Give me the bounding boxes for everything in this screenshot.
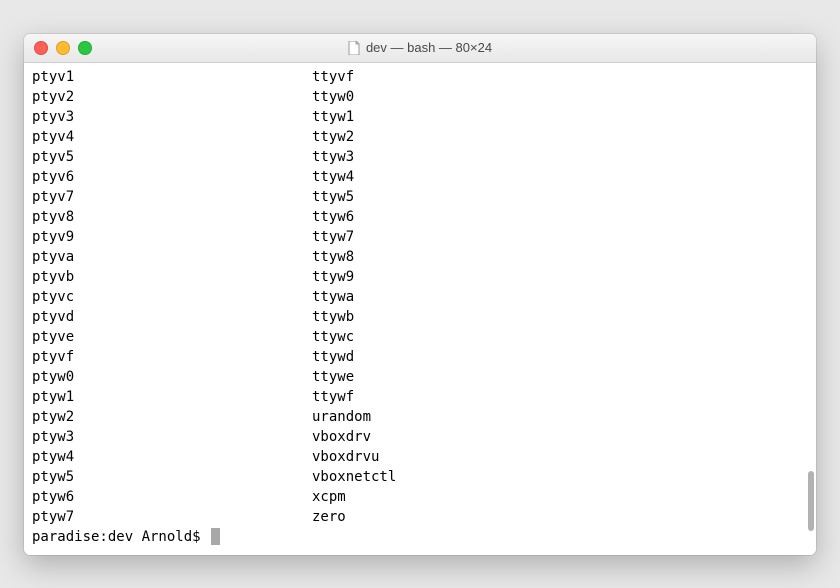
- terminal-cell: ptyw5: [32, 467, 312, 487]
- terminal-cell: vboxnetctl: [312, 467, 808, 487]
- terminal-cell: ttyw7: [312, 227, 808, 247]
- titlebar[interactable]: dev — bash — 80×24: [24, 34, 816, 63]
- terminal-cell: ttyw3: [312, 147, 808, 167]
- terminal-row: ptyv6ttyw4: [32, 167, 808, 187]
- terminal-row: ptyv4ttyw2: [32, 127, 808, 147]
- terminal-row: ptyv7ttyw5: [32, 187, 808, 207]
- terminal-cell: ttyw2: [312, 127, 808, 147]
- terminal-row: ptyw3vboxdrv: [32, 427, 808, 447]
- terminal-cell: ptyv9: [32, 227, 312, 247]
- terminal-row: ptyw7zero: [32, 507, 808, 527]
- terminal-cell: ptyw3: [32, 427, 312, 447]
- terminal-cell: ptyv4: [32, 127, 312, 147]
- terminal-cell: ttyw1: [312, 107, 808, 127]
- terminal-cell: ptyv8: [32, 207, 312, 227]
- prompt-text: paradise:dev Arnold$: [32, 527, 209, 547]
- terminal-cell: ptyw7: [32, 507, 312, 527]
- scrollbar-thumb[interactable]: [808, 471, 814, 531]
- window-title-text: dev — bash — 80×24: [366, 40, 492, 55]
- terminal-cell: ttyvf: [312, 67, 808, 87]
- close-button[interactable]: [34, 41, 48, 55]
- terminal-cell: ptyv7: [32, 187, 312, 207]
- terminal-row: ptyvbttyw9: [32, 267, 808, 287]
- terminal-row: ptyv2ttyw0: [32, 87, 808, 107]
- terminal-cell: ptyw6: [32, 487, 312, 507]
- terminal-cell: ttywb: [312, 307, 808, 327]
- file-icon: [348, 41, 360, 55]
- prompt-line: paradise:dev Arnold$: [32, 527, 808, 547]
- terminal-cell: ttywd: [312, 347, 808, 367]
- terminal-cell: xcpm: [312, 487, 808, 507]
- terminal-cell: ttyw8: [312, 247, 808, 267]
- terminal-cell: ptyvc: [32, 287, 312, 307]
- terminal-row: ptyv5ttyw3: [32, 147, 808, 167]
- terminal-row: ptyvettywc: [32, 327, 808, 347]
- terminal-cell: ptyw0: [32, 367, 312, 387]
- terminal-row: ptyv1ttyvf: [32, 67, 808, 87]
- terminal-cell: ptyw4: [32, 447, 312, 467]
- terminal-cell: ptyvf: [32, 347, 312, 367]
- terminal-cell: ptyv2: [32, 87, 312, 107]
- traffic-lights: [24, 41, 92, 55]
- terminal-row: ptyvdttywb: [32, 307, 808, 327]
- terminal-row: ptyvfttywd: [32, 347, 808, 367]
- terminal-cell: ttywa: [312, 287, 808, 307]
- terminal-cell: ptyvb: [32, 267, 312, 287]
- terminal-cell: ptyw2: [32, 407, 312, 427]
- terminal-cell: zero: [312, 507, 808, 527]
- terminal-cell: ptyv5: [32, 147, 312, 167]
- minimize-button[interactable]: [56, 41, 70, 55]
- terminal-row: ptyv3ttyw1: [32, 107, 808, 127]
- terminal-cell: ttywc: [312, 327, 808, 347]
- terminal-row: ptyw4vboxdrvu: [32, 447, 808, 467]
- terminal-cell: ttyw6: [312, 207, 808, 227]
- terminal-window: dev — bash — 80×24 ptyv1ttyvfptyv2ttyw0p…: [24, 34, 816, 555]
- terminal-row: ptyv8ttyw6: [32, 207, 808, 227]
- terminal-row: ptyw1ttywf: [32, 387, 808, 407]
- zoom-button[interactable]: [78, 41, 92, 55]
- terminal-cell: ttywe: [312, 367, 808, 387]
- terminal-row: ptyw6xcpm: [32, 487, 808, 507]
- terminal-row: ptyw5vboxnetctl: [32, 467, 808, 487]
- terminal-row: ptyw0ttywe: [32, 367, 808, 387]
- scrollbar[interactable]: [808, 67, 814, 531]
- terminal-row: ptyvattyw8: [32, 247, 808, 267]
- terminal-cell: ptyv1: [32, 67, 312, 87]
- terminal-cell: ptyw1: [32, 387, 312, 407]
- terminal-cell: ptyvd: [32, 307, 312, 327]
- terminal-cell: ttyw9: [312, 267, 808, 287]
- terminal-cell: urandom: [312, 407, 808, 427]
- terminal-cell: ttyw5: [312, 187, 808, 207]
- terminal-content[interactable]: ptyv1ttyvfptyv2ttyw0ptyv3ttyw1ptyv4ttyw2…: [24, 63, 816, 555]
- terminal-cell: ttyw0: [312, 87, 808, 107]
- terminal-cell: ptyv6: [32, 167, 312, 187]
- cursor: [211, 528, 220, 545]
- terminal-cell: ptyv3: [32, 107, 312, 127]
- terminal-cell: vboxdrv: [312, 427, 808, 447]
- terminal-cell: ttyw4: [312, 167, 808, 187]
- terminal-cell: ptyva: [32, 247, 312, 267]
- terminal-row: ptyv9ttyw7: [32, 227, 808, 247]
- window-title: dev — bash — 80×24: [24, 40, 816, 55]
- terminal-row: ptyw2urandom: [32, 407, 808, 427]
- terminal-cell: ttywf: [312, 387, 808, 407]
- terminal-row: ptyvcttywa: [32, 287, 808, 307]
- terminal-cell: ptyve: [32, 327, 312, 347]
- terminal-cell: vboxdrvu: [312, 447, 808, 467]
